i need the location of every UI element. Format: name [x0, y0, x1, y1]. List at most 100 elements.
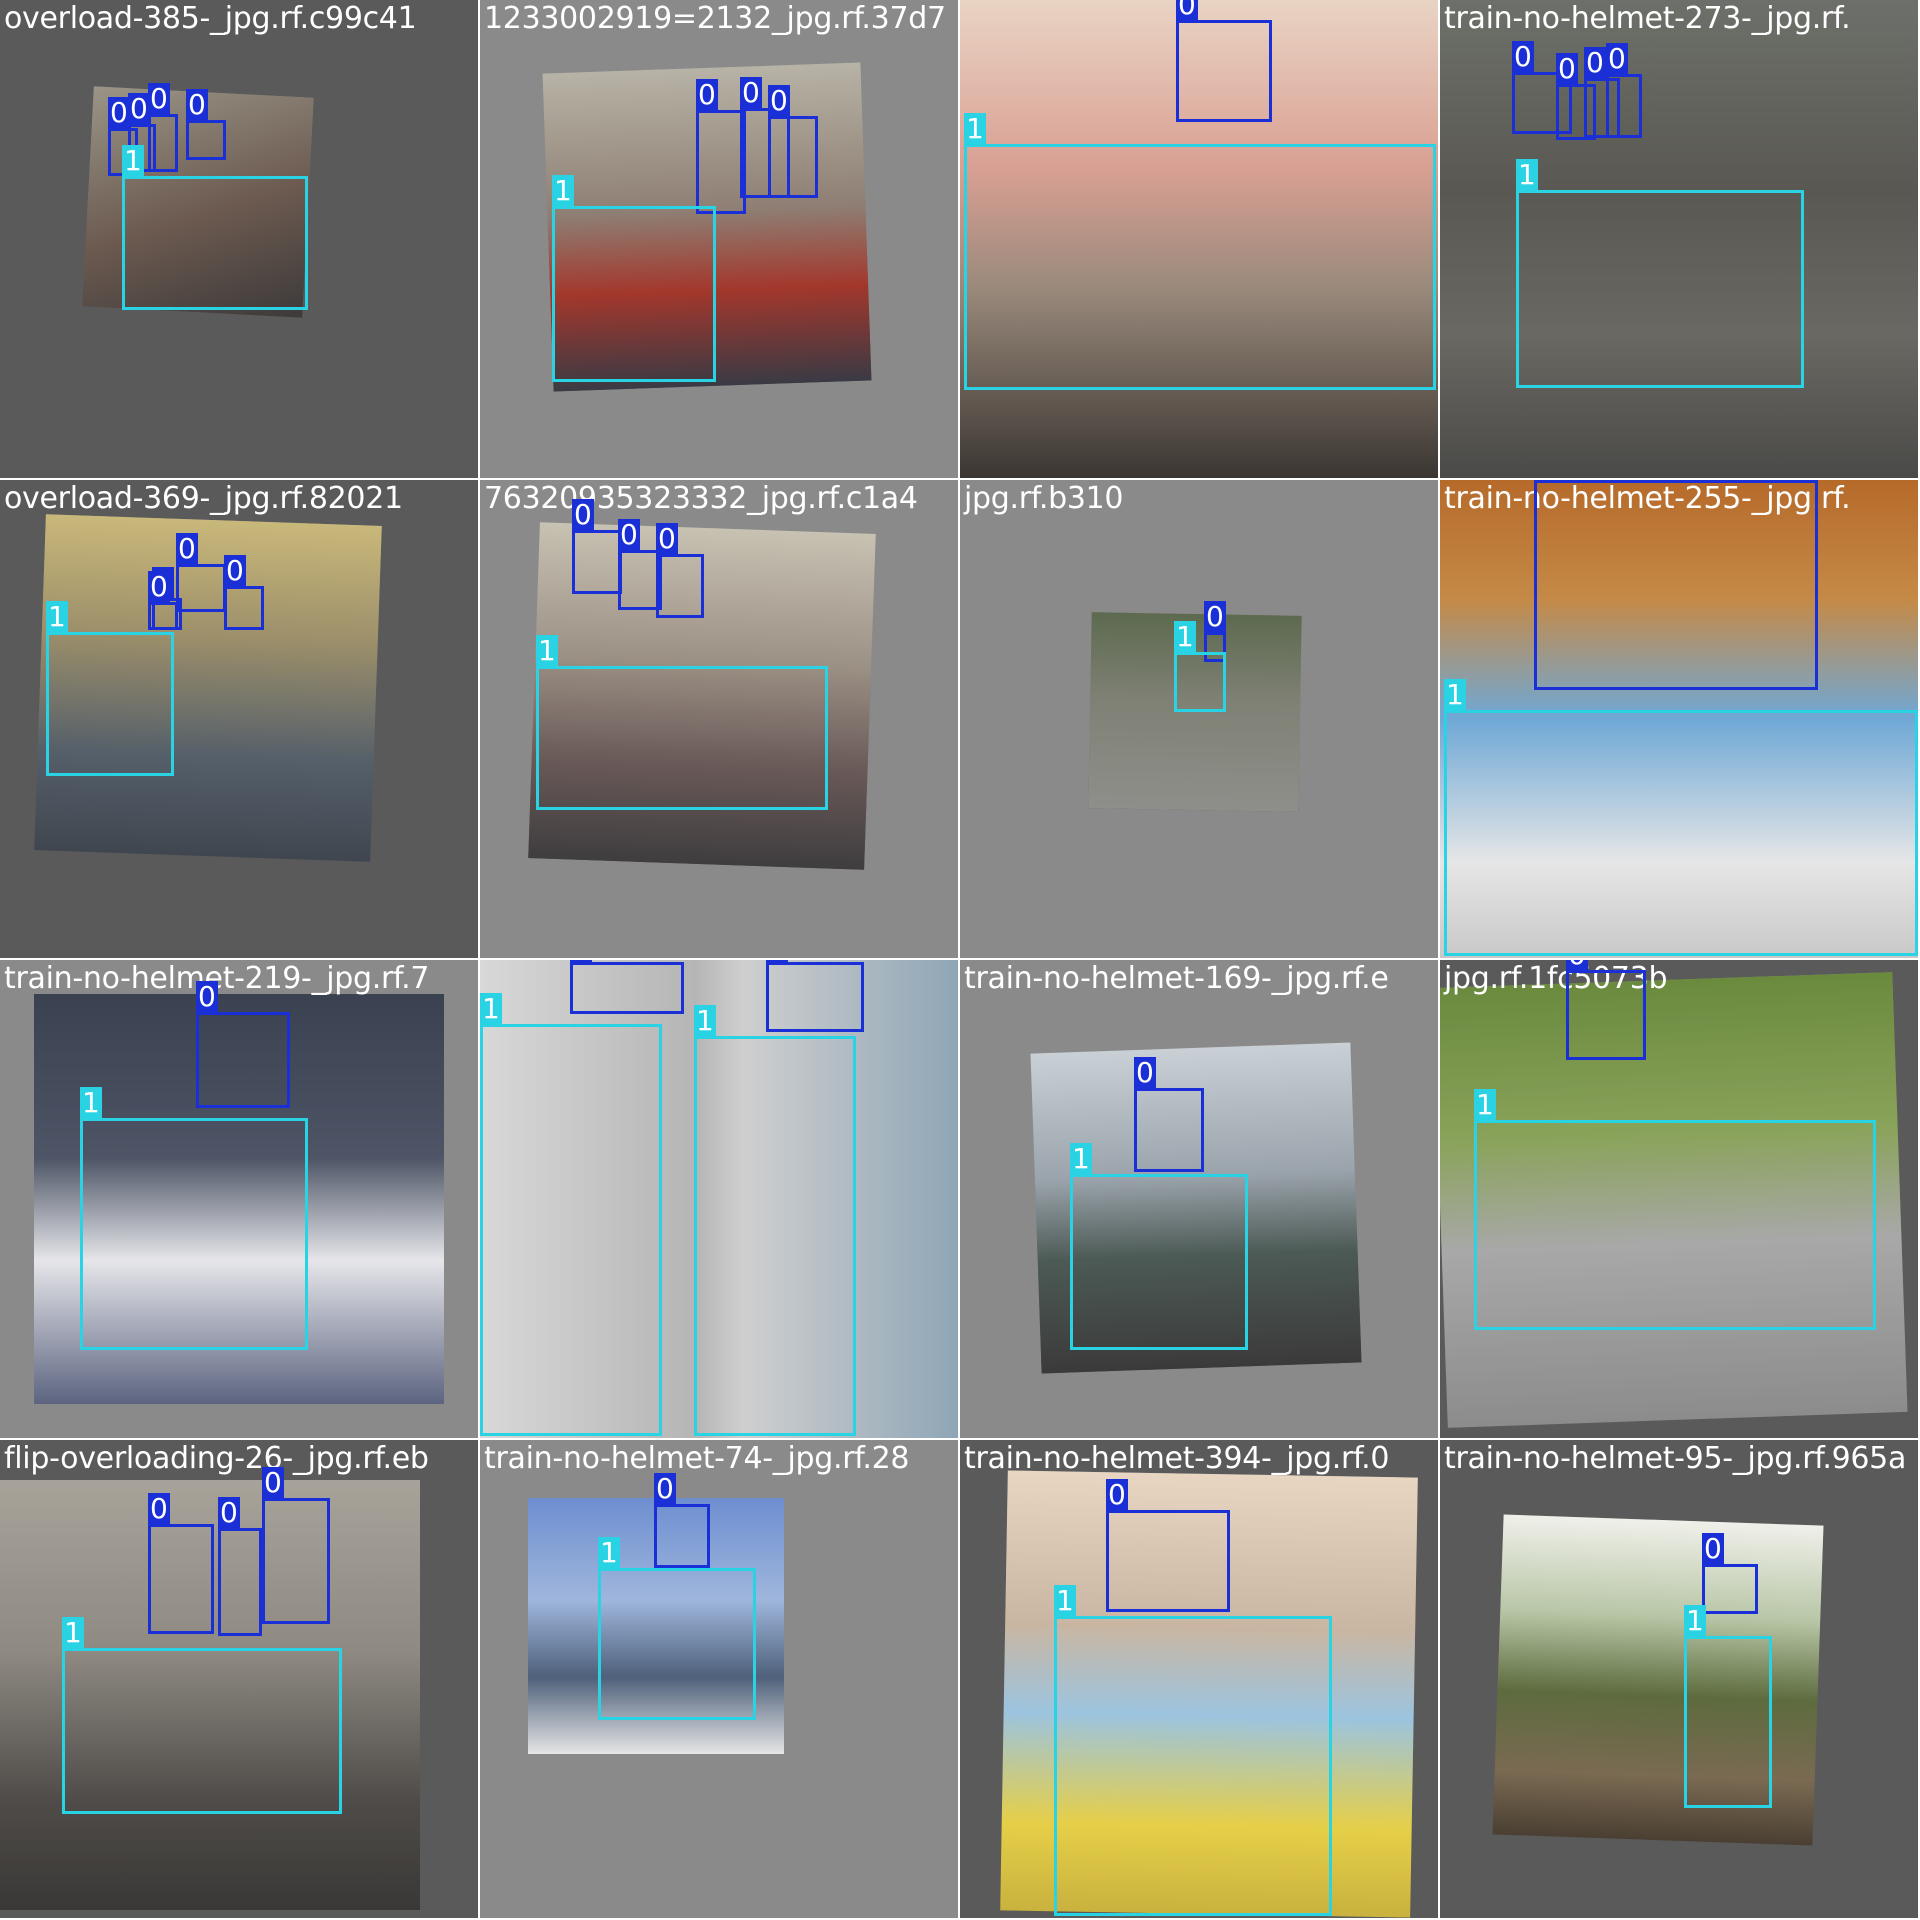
- class-label: 0: [654, 1472, 676, 1505]
- bounding-box-class-0: 0: [654, 1473, 710, 1568]
- bounding-box-class-0: 0: [148, 1493, 214, 1634]
- class-label: 1: [1054, 1584, 1076, 1617]
- class-label: 0: [1134, 1056, 1156, 1089]
- bounding-box-class-0: 0: [1134, 1057, 1204, 1172]
- bounding-box-class-1: 1: [1474, 1089, 1876, 1330]
- image-filename-caption: jpg.rf.b310: [964, 481, 1124, 516]
- class-label: 1: [536, 634, 558, 667]
- mosaic-tile: train-no-helmet-219-_jpg.rf.7 0 1: [0, 960, 478, 1438]
- class-label: 0: [196, 980, 218, 1013]
- bounding-box-class-0: 0: [768, 85, 818, 198]
- class-label: 0: [618, 518, 640, 551]
- class-label: 0: [1556, 52, 1578, 85]
- image-filename-caption: flip-overloading-26-_jpg.rf.eb: [4, 1441, 429, 1476]
- class-label: 1: [1444, 678, 1466, 711]
- bounding-box-class-0: 0: [1106, 1479, 1230, 1612]
- bounding-box-class-1: 1: [964, 113, 1436, 390]
- class-label: 0: [766, 960, 788, 963]
- mosaic-tile: 0 1: [960, 0, 1438, 478]
- class-label: 1: [122, 144, 144, 177]
- class-label: 0: [740, 76, 762, 109]
- class-label: 1: [480, 992, 502, 1025]
- bounding-box-class-1: 1: [1444, 679, 1918, 956]
- bounding-box-class-1: 1: [62, 1617, 342, 1814]
- mosaic-tile: train-no-helmet-255-_jpg.rf. 0 1: [1440, 480, 1918, 958]
- class-label: 0: [148, 570, 170, 603]
- class-label: 1: [552, 174, 574, 207]
- class-label: 1: [1174, 620, 1196, 653]
- bounding-box-class-1: 1: [1516, 159, 1804, 388]
- image-filename-caption: overload-385-_jpg.rf.c99c41: [4, 1, 417, 36]
- class-label: 0: [570, 960, 592, 963]
- class-label: 0: [148, 82, 170, 115]
- bounding-box-class-0: 0: [186, 89, 226, 160]
- bounding-box-class-0: 0: [1534, 480, 1818, 690]
- class-label: 1: [62, 1616, 84, 1649]
- bounding-box-class-1: 1: [536, 635, 828, 810]
- class-label: 0: [128, 92, 150, 125]
- bounding-box-class-0: 0: [1176, 0, 1272, 122]
- image-filename-caption: 76320935323332_jpg.rf.c1a4: [484, 481, 918, 516]
- class-label: 1: [1474, 1088, 1496, 1121]
- mosaic-tile: train-no-helmet-169-_jpg.rf.e 0 1: [960, 960, 1438, 1438]
- detection-mosaic-grid: overload-385-_jpg.rf.c99c41 0 0 0 0 1 12…: [0, 0, 1920, 1920]
- image-filename-caption: train-no-helmet-169-_jpg.rf.e: [964, 961, 1389, 996]
- class-label: 0: [696, 78, 718, 111]
- class-label: 0: [1606, 42, 1628, 75]
- image-filename-caption: overload-369-_jpg.rf.82021: [4, 481, 403, 516]
- mosaic-tile: jpg.rf.b310 0 1: [960, 480, 1438, 958]
- image-filename-caption: 1233002919=2132_jpg.rf.37d7: [484, 1, 946, 36]
- class-label: 1: [46, 600, 68, 633]
- bounding-box-class-1: 1: [46, 601, 174, 776]
- class-label: 0: [1512, 40, 1534, 73]
- class-label: 0: [262, 1466, 284, 1499]
- class-label: 0: [1584, 46, 1606, 79]
- bounding-box-class-0: 0: [1606, 43, 1642, 138]
- mosaic-tile: train-no-helmet-273-_jpg.rf. 0 0 0 0 1: [1440, 0, 1918, 478]
- mosaic-tile: train-no-helmet-95-_jpg.rf.965a 0 1: [1440, 1440, 1918, 1918]
- class-label: 0: [224, 554, 246, 587]
- class-label: 0: [656, 522, 678, 555]
- class-label: 0: [572, 498, 594, 531]
- class-label: 1: [80, 1086, 102, 1119]
- class-label: 1: [964, 112, 986, 145]
- bounding-box-class-0: 0: [572, 499, 622, 594]
- mosaic-tile: train-no-helmet-74-_jpg.rf.28 0 1: [480, 1440, 958, 1918]
- bounding-box-class-1: 1: [1684, 1605, 1772, 1808]
- class-label: 1: [694, 1004, 716, 1037]
- bounding-box-class-1: 1: [122, 145, 308, 310]
- bounding-box-class-0: 0: [696, 79, 746, 214]
- bounding-box-class-0: 0: [218, 1497, 262, 1636]
- bounding-box-class-0: 0: [148, 83, 178, 172]
- mosaic-tile: 1233002919=2132_jpg.rf.37d7 0 0 0 1: [480, 0, 958, 478]
- class-label: 0: [1106, 1478, 1128, 1511]
- bounding-box-class-1: 1: [480, 993, 662, 1436]
- bounding-box-class-0: 0: [1702, 1533, 1758, 1614]
- mosaic-tile: 76320935323332_jpg.rf.c1a4 0 0 0 1: [480, 480, 958, 958]
- class-label: 1: [1516, 158, 1538, 191]
- bounding-box-class-0: 0: [262, 1467, 330, 1624]
- class-label: 0: [176, 532, 198, 565]
- mosaic-tile: 0 0 1 1: [480, 960, 958, 1438]
- mosaic-tile: overload-369-_jpg.rf.82021 0 0 0 0 1: [0, 480, 478, 958]
- bounding-box-class-1: 1: [1070, 1143, 1248, 1350]
- class-label: 0: [1566, 960, 1588, 971]
- class-label: 0: [148, 1492, 170, 1525]
- bounding-box-class-0: 0: [148, 571, 178, 630]
- bounding-box-class-0: 0: [1566, 960, 1646, 1060]
- image-filename-caption: train-no-helmet-74-_jpg.rf.28: [484, 1441, 910, 1476]
- bounding-box-class-0: 0: [176, 533, 226, 612]
- class-label: 1: [1070, 1142, 1092, 1175]
- mosaic-tile: overload-385-_jpg.rf.c99c41 0 0 0 0 1: [0, 0, 478, 478]
- class-label: 0: [1176, 0, 1198, 21]
- bounding-box-class-0: 0: [570, 960, 684, 1014]
- bounding-box-class-0: 0: [224, 555, 264, 630]
- bounding-box-class-1: 1: [694, 1005, 856, 1436]
- photo: [1492, 1514, 1824, 1846]
- mosaic-tile: jpg.rf.1fc5073b 0 1: [1440, 960, 1918, 1438]
- bounding-box-class-0: 0: [196, 981, 290, 1108]
- bounding-box-class-0: 0: [766, 960, 864, 1032]
- bounding-box-class-0: 0: [656, 523, 704, 618]
- class-label: 0: [108, 96, 130, 129]
- class-label: 0: [186, 88, 208, 121]
